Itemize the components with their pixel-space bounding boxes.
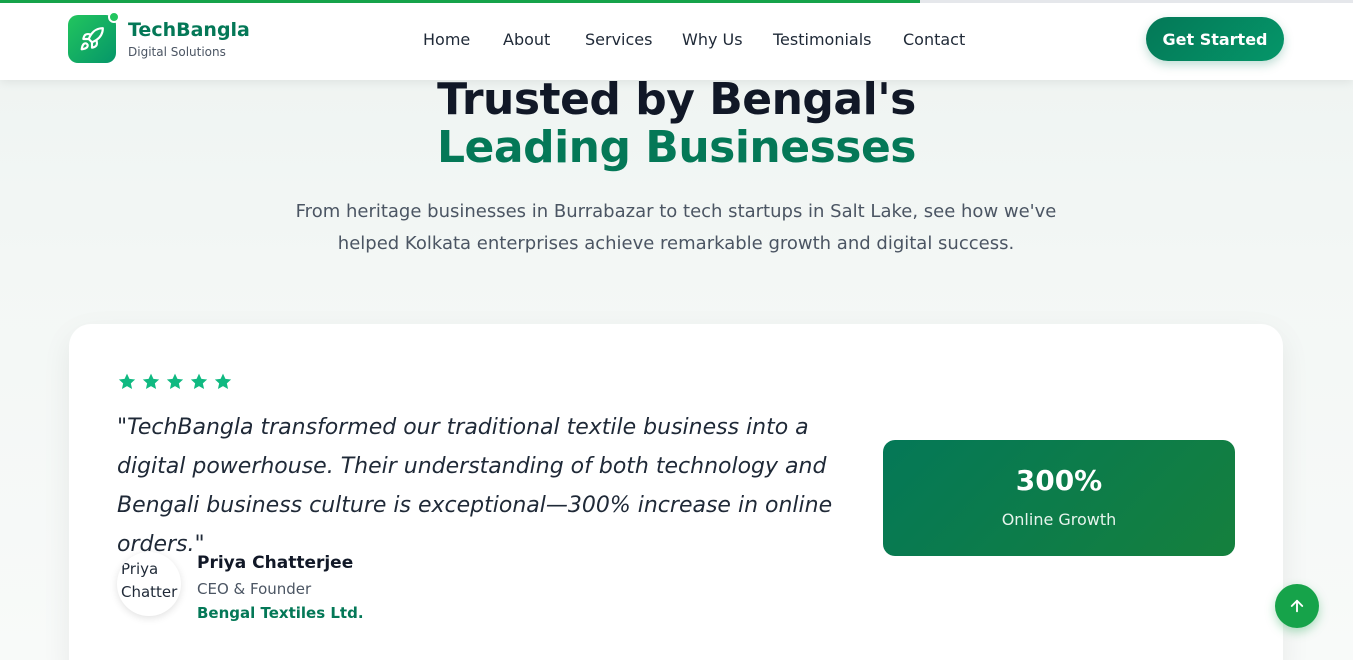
section-title-highlight: Leading Businesses [437,122,917,173]
get-started-button[interactable]: Get Started [1146,17,1284,61]
testimonial-quote: "TechBangla transformed our traditional … [117,415,833,557]
star-icon [142,373,160,389]
stat-label: Online Growth [1001,510,1117,529]
nav-about[interactable]: About [503,30,550,49]
nav-home[interactable]: Home [423,30,470,49]
nav-testimonials[interactable]: Testimonials [773,30,872,49]
brand-tagline: Digital Solutions [128,45,226,59]
scroll-to-top-button[interactable] [1275,584,1319,628]
star-icon [190,373,208,389]
author-company: Bengal Textiles Ltd. [197,604,364,622]
logo-status-dot [108,11,120,23]
author-role: CEO & Founder [197,580,312,598]
stat-highlight: 300% Online Growth [883,440,1235,556]
scroll-progress-fill [0,0,921,3]
avatar: Priya Chatter [117,552,181,616]
logo[interactable] [68,15,116,63]
stat-value: 300% [1015,464,1103,497]
star-rating [117,372,233,392]
nav-contact[interactable]: Contact [903,30,965,49]
rocket-icon [80,27,104,51]
arrow-up-icon [1290,599,1304,613]
star-icon [166,373,184,389]
star-icon [214,373,232,389]
scroll-progress-bar [0,0,1353,3]
nav-why-us[interactable]: Why Us [682,30,743,49]
section-title: Trusted by Bengal's [437,74,916,125]
nav-services[interactable]: Services [585,30,652,49]
section-subtitle: From heritage businesses in Burrabazar t… [295,201,1057,254]
author-name: Priya Chatterjee [197,553,354,573]
testimonial-card: "TechBangla transformed our traditional … [69,324,1283,660]
brand-name[interactable]: TechBangla [128,19,250,41]
site-header: TechBangla Digital Solutions Home About … [0,0,1353,80]
star-icon [118,373,136,389]
